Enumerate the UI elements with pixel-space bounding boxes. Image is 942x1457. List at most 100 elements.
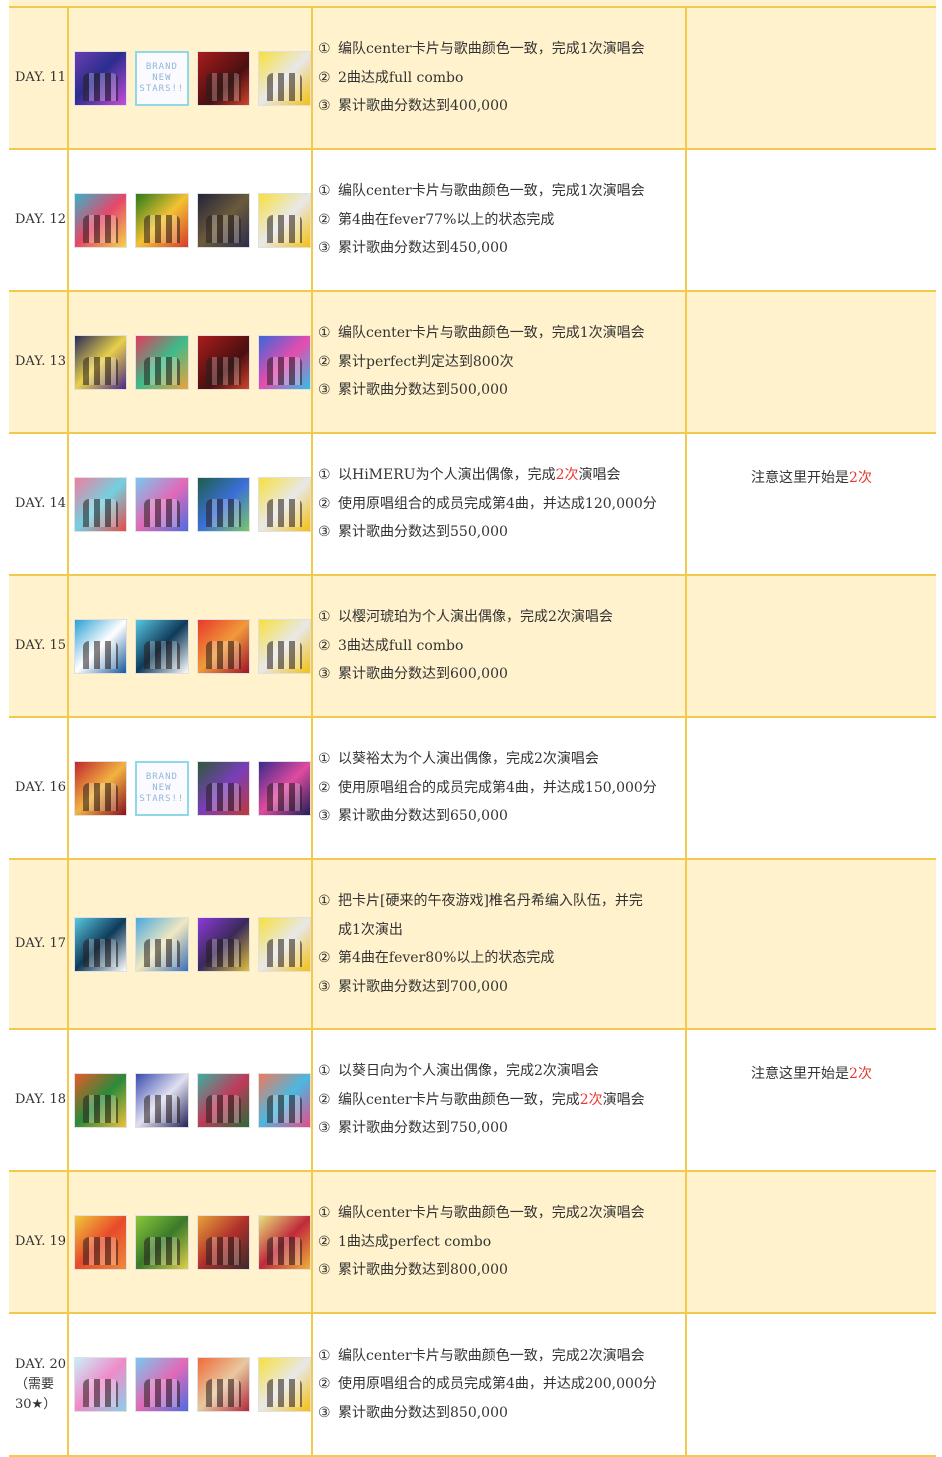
idol-group-figures [266, 72, 302, 101]
task-cell: ① 编队center卡片与歌曲颜色一致，完成1次演唱会 ② 累计perfect判定达到… [313, 292, 687, 432]
task-line: ② 第4曲在fever77%以上的状态完成 [318, 206, 685, 235]
task-line: ① 编队center卡片与歌曲颜色一致，完成1次演唱会 [318, 319, 685, 348]
task-line: ① 以葵裕太为个人演出偶像，完成2次演唱会 [318, 745, 685, 774]
idol-group-figures [83, 498, 119, 527]
day-cell: DAY. 11 [9, 8, 69, 148]
task-number: ② [318, 1091, 331, 1108]
song-jacket-image [196, 1214, 250, 1270]
note-highlight: 2次 [849, 1066, 872, 1082]
song-jacket-image [135, 916, 189, 972]
task-text: 以HiMERU为个人演出偶像，完成 [338, 467, 556, 484]
task-number: ② [318, 779, 331, 796]
note-cell: 注意这里开始是2次 [687, 434, 936, 574]
song-jacket-image [196, 1072, 250, 1128]
song-jacket-image [135, 476, 189, 532]
song-jacket-image [74, 334, 128, 390]
song-jackets-cell [69, 434, 313, 574]
task-line: ② 累计perfect判定达到800次 [318, 348, 685, 377]
day-label: DAY. 20 [15, 1356, 66, 1372]
idol-group-figures [83, 640, 119, 669]
idol-group-figures [144, 1379, 180, 1407]
task-text: 累计歌曲分数达到700,000 [338, 978, 508, 995]
task-text-tail: 演唱会 [602, 1091, 645, 1108]
task-line: ① 编队center卡片与歌曲颜色一致，完成1次演唱会 [318, 177, 685, 206]
song-jacket-image [135, 1072, 189, 1128]
task-number: ② [318, 353, 331, 370]
song-jackets-cell [69, 292, 313, 432]
song-jacket-image [257, 916, 311, 972]
task-line: ① 编队center卡片与歌曲颜色一致，完成2次演唱会 [318, 1199, 685, 1228]
idol-group-figures [266, 356, 302, 385]
task-text: 编队center卡片与歌曲颜色一致，完成1次演唱会 [338, 41, 645, 58]
day-cell: DAY. 12 [9, 150, 69, 290]
task-number: ① [318, 183, 331, 200]
task-text: 使用原唱组合的成员完成第4曲，并达成120,000分 [338, 495, 657, 512]
task-cell: ① 以葵日向为个人演出偶像，完成2次演唱会 ② 编队center卡片与歌曲颜色一致，完… [313, 1030, 687, 1170]
task-line: 成1次演出 [318, 916, 685, 945]
song-jacket-image [135, 618, 189, 674]
song-jackets-cell: BRAND NEW STARS!! [69, 718, 313, 858]
note-highlight: 2次 [849, 470, 872, 486]
song-jacket-image [196, 618, 250, 674]
idol-group-figures [205, 938, 241, 967]
task-text: 累计歌曲分数达到600,000 [338, 666, 508, 683]
idol-group-figures [144, 1236, 180, 1265]
day-label: DAY. 18 [15, 1092, 66, 1107]
brand-logo-text: NEW [152, 72, 172, 83]
idol-group-figures [83, 356, 119, 385]
day-cell: DAY. 19 [9, 1172, 69, 1312]
song-jacket-image [257, 618, 311, 674]
day-cell: DAY. 18 [9, 1030, 69, 1170]
idol-group-figures [144, 1094, 180, 1123]
day-cell: DAY. 20 （需要 30★） [9, 1314, 69, 1455]
task-text: 累计歌曲分数达到750,000 [338, 1120, 508, 1137]
song-jackets-cell [69, 1314, 313, 1455]
song-jacket-image [135, 192, 189, 248]
brand-logo-text: BRAND [145, 61, 178, 72]
task-text: 编队center卡片与歌曲颜色一致，完成2次演唱会 [338, 1205, 645, 1222]
brand-logo-text: STARS!! [139, 793, 185, 804]
task-cell: ① 以HiMERU为个人演出偶像，完成2次演唱会 ② 使用原唱组合的成员完成第4曲，并… [313, 434, 687, 574]
note-cell [687, 150, 936, 290]
day-requirement: （需要 [15, 1376, 55, 1392]
idol-group-figures [266, 214, 302, 243]
day-label: DAY. 14 [15, 496, 66, 511]
note-main: 注意这里开始是 [751, 470, 850, 486]
task-text: 累计歌曲分数达到550,000 [338, 524, 508, 541]
task-line: ③ 累计歌曲分数达到800,000 [318, 1256, 685, 1285]
song-jackets-cell [69, 1172, 313, 1312]
task-text: 编队center卡片与歌曲颜色一致，完成1次演唱会 [338, 183, 645, 200]
day-cell: DAY. 17 [9, 860, 69, 1028]
note-cell [687, 718, 936, 858]
idol-group-figures [266, 1379, 302, 1407]
song-jacket-image [74, 1214, 128, 1270]
day-cell: DAY. 15 [9, 576, 69, 716]
song-jacket-image [74, 1357, 128, 1412]
song-jacket-image [257, 760, 311, 816]
task-line: ③ 累计歌曲分数达到550,000 [318, 518, 685, 547]
brand-logo-text: BRAND [145, 771, 178, 782]
task-number: ② [318, 637, 331, 654]
brand-new-stars-logo: BRAND NEW STARS!! [135, 50, 189, 106]
idol-group-figures [266, 938, 302, 967]
song-jacket-image [74, 916, 128, 972]
task-text: 累计歌曲分数达到850,000 [338, 1404, 508, 1421]
song-jacket-image [135, 334, 189, 390]
day-cell: DAY. 16 [9, 718, 69, 858]
song-jacket-image [257, 1214, 311, 1270]
task-line: ① 编队center卡片与歌曲颜色一致，完成1次演唱会 [318, 35, 685, 64]
task-number: ③ [318, 978, 331, 995]
idol-group-figures [144, 214, 180, 243]
task-line: ① 以HiMERU为个人演出偶像，完成2次演唱会 [318, 461, 685, 490]
task-text: 累计歌曲分数达到450,000 [338, 240, 508, 257]
task-line: ③ 累计歌曲分数达到500,000 [318, 376, 685, 405]
task-number: ① [318, 893, 331, 909]
task-text: 以樱河琥珀为个人演出偶像，完成2次演唱会 [338, 609, 613, 626]
song-jackets-cell [69, 860, 313, 1028]
idol-group-figures [144, 498, 180, 527]
task-text: 把卡片[硬来的午夜游戏]椎名丹希编入队伍，并完 [338, 893, 643, 909]
note-text: 注意这里开始是2次 [751, 467, 872, 574]
note-cell [687, 860, 936, 1028]
task-line: ① 编队center卡片与歌曲颜色一致，完成2次演唱会 [318, 1342, 685, 1371]
table-row: DAY. 12 ① 编队center卡片与歌曲颜色一致，完成1次演唱会 ② 第4曲在fe… [9, 150, 936, 292]
